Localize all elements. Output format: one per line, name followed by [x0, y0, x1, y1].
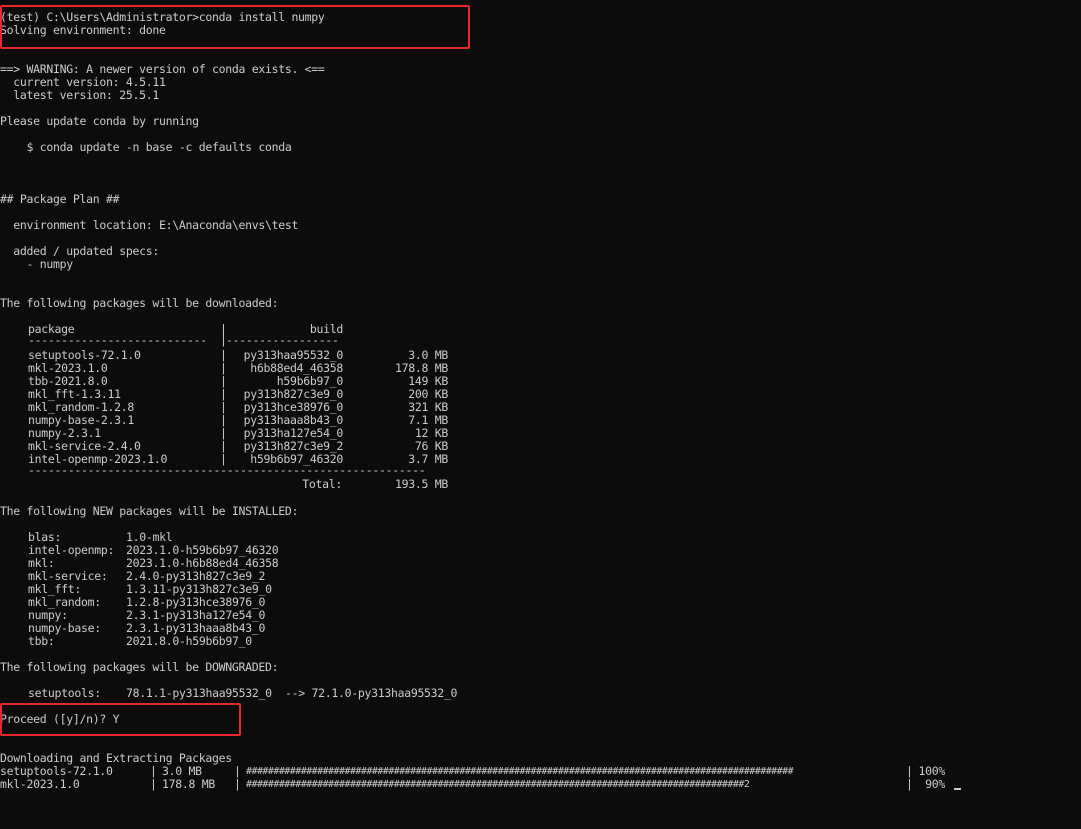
table-dash-right: -----------------: [226, 333, 339, 347]
latest-version-line: latest version: 25.5.1: [0, 88, 159, 102]
column-separator: |: [234, 777, 241, 791]
progress-percent: 90%: [925, 777, 945, 791]
environment-location-line: environment location: E:\Anaconda\envs\t…: [0, 218, 299, 232]
progress-bar: ########################################…: [246, 779, 750, 790]
table-footer-dash: ----------------------------------------…: [28, 463, 426, 477]
terminal-window[interactable]: (test) C:\Users\Administrator>conda inst…: [0, 0, 1081, 829]
highlight-box-proceed: [0, 703, 241, 736]
new-packages-heading: The following NEW packages will be INSTA…: [0, 504, 299, 518]
update-command-line: $ conda update -n base -c defaults conda: [0, 140, 292, 154]
column-separator: |: [150, 777, 157, 791]
text-cursor: [954, 788, 961, 790]
download-heading: The following packages will be downloade…: [0, 296, 279, 310]
downgraded-package-name: setuptools:: [28, 686, 101, 700]
progress-bar: ########################################…: [246, 766, 794, 777]
total-label: Total:: [302, 477, 342, 491]
highlight-box-command: [0, 5, 470, 49]
update-message-line: Please update conda by running: [0, 114, 199, 128]
spec-item-line: - numpy: [0, 257, 73, 271]
total-value: 193.5 MB: [395, 477, 448, 491]
downgraded-package-spec: 78.1.1-py313haa95532_0 --> 72.1.0-py313h…: [126, 686, 458, 700]
downgraded-heading: The following packages will be DOWNGRADE…: [0, 660, 279, 674]
new-package-name: tbb:: [28, 634, 55, 648]
progress-package-size: 178.8 MB: [162, 777, 215, 791]
table-dash-left: ---------------------------: [28, 333, 207, 347]
package-plan-title: ## Package Plan ##: [0, 192, 120, 206]
progress-package-name: mkl-2023.1.0: [0, 777, 80, 791]
new-package-spec: 2021.8.0-h59b6b97_0: [126, 634, 252, 648]
